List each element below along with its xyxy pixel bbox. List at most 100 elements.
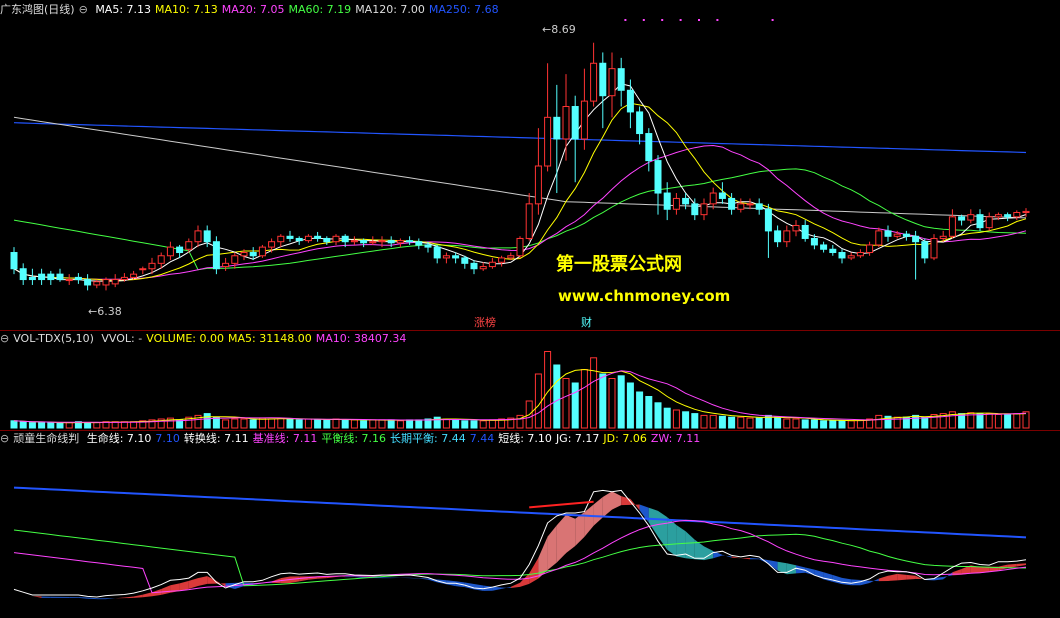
ribbon-segment (897, 573, 907, 581)
candle-body (562, 106, 570, 140)
volume-bar (856, 419, 864, 429)
candle-body (590, 62, 598, 102)
volume-bar (654, 402, 662, 429)
chart-stage[interactable]: 广东鸿图(日线) ⊖ MA5: 7.13 MA10: 7.13 MA20: 7.05 M… (0, 0, 1060, 618)
indicator-title: 顽童生命线判 (13, 432, 80, 445)
vol-ma10-line (13, 370, 1027, 423)
volume-bar (323, 419, 331, 429)
signal-dot (624, 19, 627, 21)
candle-body (28, 276, 36, 281)
candle-body (921, 241, 929, 259)
volume-header: ⊖ VOL-TDX(5,10) VVOL: - VOLUME: 0.00 MA5: 3… (0, 331, 414, 347)
candle-body (774, 230, 782, 243)
finance-tag[interactable]: 财 (581, 316, 592, 329)
candle-body (764, 208, 772, 232)
dropdown-icon[interactable]: ⊖ (0, 432, 9, 445)
candle-body (258, 246, 266, 257)
ribbon-segment (78, 597, 88, 599)
dropdown-icon[interactable]: ⊖ (79, 3, 88, 16)
volume-bar (369, 419, 377, 429)
red-signal-line (529, 500, 594, 509)
candle-body (718, 192, 726, 199)
candle-body (507, 255, 515, 259)
volume-bar (47, 422, 55, 429)
ribbon-segment (556, 514, 566, 563)
limit-up-tag[interactable]: 涨榜 (474, 316, 496, 329)
dropdown-icon[interactable]: ⊖ (0, 332, 9, 345)
volume-bar (277, 417, 285, 429)
ribbon-segment (630, 498, 640, 511)
ribbon-segment (510, 582, 520, 588)
candle-body (74, 276, 82, 281)
candle-body (415, 241, 423, 246)
ribbon-segment (906, 574, 916, 580)
candle-body (617, 68, 625, 91)
volume-bar (829, 420, 837, 429)
ribbon-segment (750, 557, 760, 560)
candle-body (571, 106, 579, 140)
ribbon-segment (602, 491, 612, 518)
volume-bar (295, 419, 303, 429)
candle-body (746, 203, 754, 206)
signal-dot (698, 19, 700, 21)
candle-body (65, 279, 73, 282)
volume-bar (415, 419, 423, 429)
volume-bar (65, 422, 73, 429)
volume-bar (350, 419, 358, 429)
volume-bar (222, 419, 230, 429)
candle-body (194, 230, 202, 243)
candle-body (240, 252, 248, 257)
candle-body (470, 262, 478, 270)
candle-body (387, 240, 395, 244)
candle-body (948, 216, 956, 237)
volume-bar (479, 420, 487, 429)
candle-body (222, 262, 230, 268)
candle-body (461, 257, 469, 264)
candle-body (847, 255, 855, 259)
volume-bar (93, 422, 101, 429)
life-line (13, 489, 1027, 598)
volume-bar (783, 418, 791, 429)
candle-body (728, 197, 736, 210)
volume-bar (470, 420, 478, 429)
ribbon-segment (161, 585, 171, 595)
candle-body (810, 237, 818, 246)
candle-body (231, 255, 239, 264)
candle-body (249, 252, 257, 257)
header_main-item: MA20: 7.05 (221, 3, 285, 16)
candle-body (295, 237, 303, 242)
ribbon-segment (409, 577, 419, 579)
volume-bar (461, 420, 469, 429)
ribbon-segment (676, 524, 686, 559)
candle-body (976, 214, 984, 229)
ribbon-segment (198, 576, 208, 586)
candle-body (737, 203, 745, 210)
signal-dot (679, 19, 682, 21)
candle-body (544, 116, 552, 167)
candle-body (939, 235, 947, 239)
candle-body (277, 235, 285, 243)
ribbon-segment (1016, 563, 1026, 567)
volume-bar (488, 419, 496, 429)
candle-body (323, 237, 331, 243)
header_ind-item: JG: 7.17 (555, 432, 600, 445)
low-price-label: ←6.38 (88, 305, 122, 318)
candle-body (580, 100, 588, 140)
ribbon-segment (869, 578, 879, 583)
header_ind-item: 7.10 (155, 432, 180, 445)
header_ind-item: 长期平衡: 7.44 (390, 432, 466, 445)
volume-bar (580, 369, 588, 429)
candle-body (608, 68, 616, 97)
candle-body (166, 246, 174, 257)
volume-bar (700, 414, 708, 429)
candle-body (10, 252, 18, 270)
ribbon-segment (878, 575, 888, 582)
volume-bar (1022, 411, 1030, 429)
candle-body (304, 235, 312, 242)
candle-body (185, 241, 193, 250)
chart-canvas[interactable] (0, 0, 1060, 618)
candle-body (47, 273, 55, 281)
volume-bar (599, 373, 607, 429)
volume-bar (286, 418, 294, 429)
ribbon-segment (41, 596, 51, 598)
